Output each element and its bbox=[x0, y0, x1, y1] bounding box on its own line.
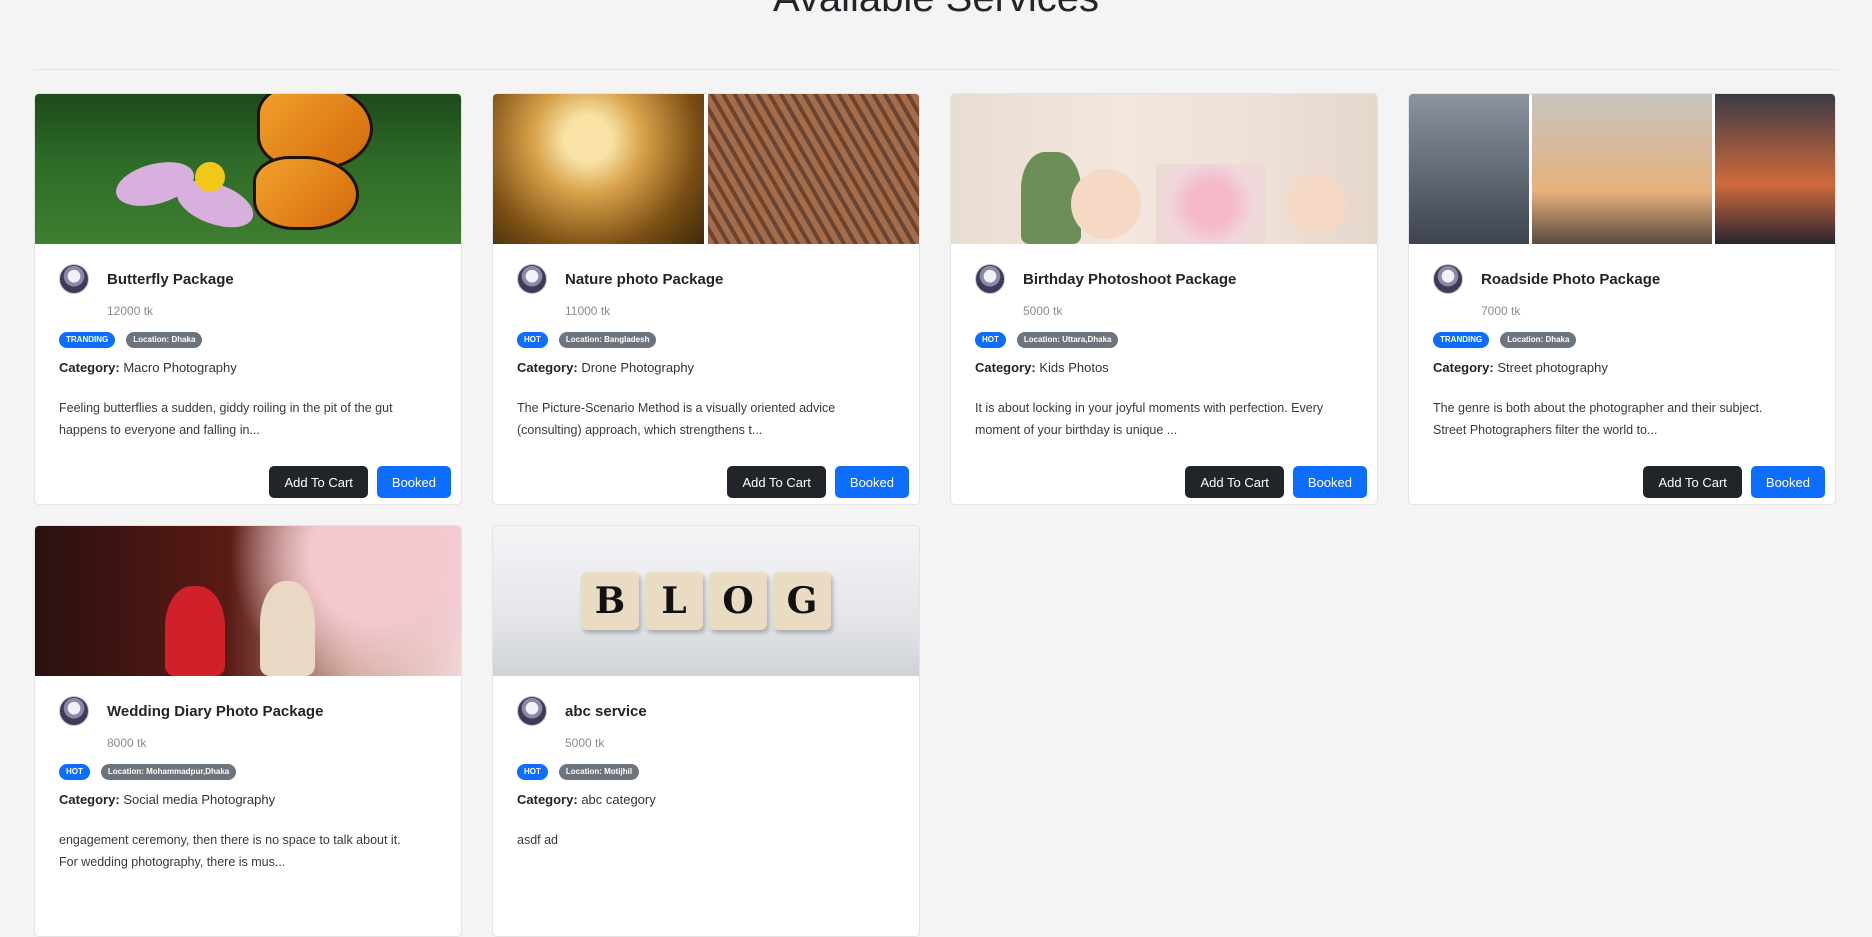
flowers-shape bbox=[1156, 164, 1266, 244]
nature-image bbox=[493, 94, 919, 244]
add-to-cart-button[interactable]: Add To Cart bbox=[1185, 466, 1284, 498]
butterfly-wing bbox=[253, 156, 359, 230]
location-badge: Location: Bangladesh bbox=[558, 332, 657, 348]
person-photo bbox=[1532, 94, 1712, 244]
card-category: Category: Kids Photos bbox=[975, 360, 1357, 375]
card-description: Feeling butterflies a sudden, giddy roil… bbox=[59, 401, 393, 437]
card-category: Category: Social media Photography bbox=[59, 792, 441, 807]
category-value: Social media Photography bbox=[123, 792, 276, 807]
service-card: Butterfly Package 12000 tk TRANDING Loca… bbox=[34, 93, 462, 505]
card-price: 5000 tk bbox=[565, 736, 605, 750]
booked-button[interactable]: Booked bbox=[1292, 466, 1367, 498]
card-title: Nature photo Package bbox=[565, 270, 724, 288]
card-description: The genre is both about the photographer… bbox=[1433, 401, 1763, 437]
baby-shape bbox=[1286, 174, 1346, 234]
category-label: Category: bbox=[517, 360, 578, 375]
category-value: Macro Photography bbox=[123, 360, 237, 375]
card-category: Category: Macro Photography bbox=[59, 360, 441, 375]
letter-block: B bbox=[581, 572, 639, 630]
divider bbox=[34, 69, 1838, 70]
add-to-cart-button[interactable]: Add To Cart bbox=[269, 466, 368, 498]
location-badge: Location: Dhaka bbox=[126, 332, 203, 348]
location-badge: Location: Uttara,Dhaka bbox=[1016, 332, 1119, 348]
status-badge: TRANDING bbox=[59, 332, 116, 348]
booked-button[interactable]: Booked bbox=[1750, 466, 1825, 498]
flower-center-shape bbox=[195, 162, 225, 192]
card-description: engagement ceremony, then there is no sp… bbox=[59, 833, 401, 869]
services-grid: Butterfly Package 12000 tk TRANDING Loca… bbox=[34, 93, 1840, 937]
card-title: Butterfly Package bbox=[107, 270, 234, 288]
street-photo bbox=[1409, 94, 1529, 244]
card-price: 5000 tk bbox=[1023, 304, 1063, 318]
avatar bbox=[517, 696, 547, 726]
service-card: Birthday Photoshoot Package 5000 tk HOT … bbox=[950, 93, 1378, 505]
status-badge: HOT bbox=[517, 332, 548, 348]
birthday-image bbox=[951, 94, 1377, 244]
category-value: Drone Photography bbox=[581, 360, 695, 375]
location-badge: Location: Dhaka bbox=[1500, 332, 1577, 348]
avatar bbox=[59, 264, 89, 294]
status-badge: HOT bbox=[517, 764, 548, 780]
add-to-cart-button[interactable]: Add To Cart bbox=[727, 466, 826, 498]
letter-block: O bbox=[709, 572, 767, 630]
page-title: Available Services bbox=[0, 0, 1872, 18]
avatar bbox=[59, 696, 89, 726]
blog-image: B L O G bbox=[493, 526, 919, 676]
category-label: Category: bbox=[975, 360, 1036, 375]
location-badge: Location: Mohammadpur,Dhaka bbox=[100, 764, 237, 780]
status-badge: HOT bbox=[975, 332, 1006, 348]
service-card: Nature photo Package 11000 tk HOT Locati… bbox=[492, 93, 920, 505]
avatar bbox=[1433, 264, 1463, 294]
card-description: It is about locking in your joyful momen… bbox=[975, 401, 1324, 437]
category-label: Category: bbox=[1433, 360, 1494, 375]
card-price: 7000 tk bbox=[1481, 304, 1521, 318]
category-label: Category: bbox=[59, 360, 120, 375]
card-title: Roadside Photo Package bbox=[1481, 270, 1661, 288]
forest-photo bbox=[493, 94, 704, 244]
wedding-image bbox=[35, 526, 461, 676]
service-card: Wedding Diary Photo Package 8000 tk HOT … bbox=[34, 525, 462, 937]
card-description: asdf ad bbox=[517, 833, 559, 847]
city-aerial-photo bbox=[708, 94, 919, 244]
card-category: Category: abc category bbox=[517, 792, 899, 807]
service-card: Roadside Photo Package 7000 tk TRANDING … bbox=[1408, 93, 1836, 505]
card-price: 11000 tk bbox=[565, 304, 611, 318]
butterfly-image bbox=[35, 94, 461, 244]
card-category: Category: Street photography bbox=[1433, 360, 1815, 375]
location-badge: Location: Motijhil bbox=[558, 764, 640, 780]
avatar bbox=[517, 264, 547, 294]
category-label: Category: bbox=[59, 792, 120, 807]
add-to-cart-button[interactable]: Add To Cart bbox=[1643, 466, 1742, 498]
avatar bbox=[975, 264, 1005, 294]
category-label: Category: bbox=[517, 792, 578, 807]
card-title: abc service bbox=[565, 702, 647, 720]
letter-block: G bbox=[773, 572, 831, 630]
category-value: Street photography bbox=[1497, 360, 1608, 375]
service-card: B L O G abc service 5000 tk HOT Location… bbox=[492, 525, 920, 937]
card-category: Category: Drone Photography bbox=[517, 360, 899, 375]
bride-shape bbox=[165, 586, 225, 676]
baby-shape bbox=[1071, 169, 1141, 239]
card-price: 8000 tk bbox=[107, 736, 147, 750]
roadside-image bbox=[1409, 94, 1835, 244]
groom-shape bbox=[260, 581, 315, 676]
booked-button[interactable]: Booked bbox=[376, 466, 451, 498]
letter-block: L bbox=[645, 572, 703, 630]
card-title: Wedding Diary Photo Package bbox=[107, 702, 324, 720]
category-value: Kids Photos bbox=[1039, 360, 1109, 375]
card-price: 12000 tk bbox=[107, 304, 154, 318]
status-badge: HOT bbox=[59, 764, 90, 780]
card-description: The Picture-Scenario Method is a visuall… bbox=[517, 401, 836, 437]
status-badge: TRANDING bbox=[1433, 332, 1490, 348]
booked-button[interactable]: Booked bbox=[834, 466, 909, 498]
card-title: Birthday Photoshoot Package bbox=[1023, 270, 1237, 288]
traffic-photo bbox=[1715, 94, 1835, 244]
category-value: abc category bbox=[581, 792, 656, 807]
